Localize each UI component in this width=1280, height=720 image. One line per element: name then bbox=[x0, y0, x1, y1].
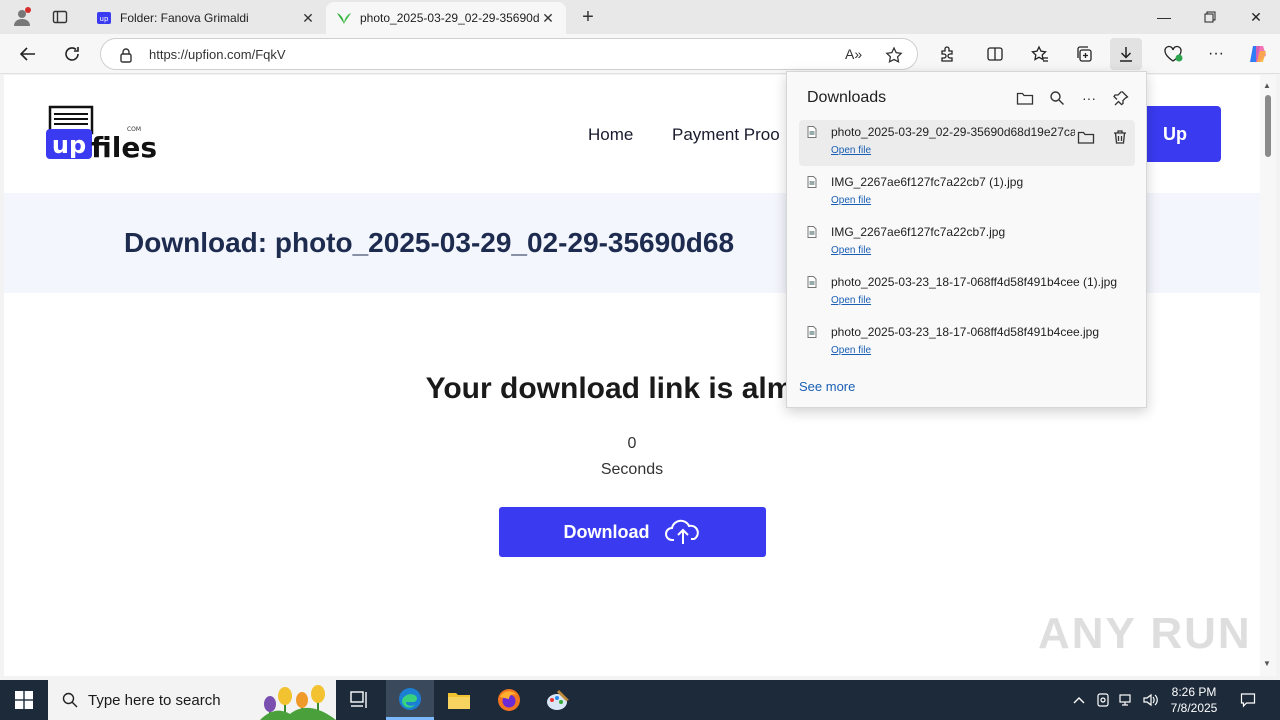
download-button[interactable]: Download bbox=[499, 507, 766, 557]
svg-text:files: files bbox=[91, 131, 156, 164]
read-aloud-icon[interactable]: A» bbox=[845, 46, 862, 62]
browser-toolbar: https://upfion.com/FqkV A» ··· bbox=[0, 34, 1280, 74]
search-icon bbox=[62, 692, 78, 708]
more-options-icon[interactable]: ··· bbox=[1200, 38, 1232, 70]
open-folder-icon[interactable] bbox=[1013, 86, 1037, 110]
tab-strip: up Folder: Fanova Grimaldi ✕ photo_2025-… bbox=[0, 0, 1280, 34]
downloads-panel: Downloads ··· photo_2025-03-29_02-29-356… bbox=[786, 71, 1147, 408]
extensions-icon[interactable] bbox=[931, 38, 963, 70]
profile-icon[interactable] bbox=[6, 4, 38, 30]
countdown-label: Seconds bbox=[600, 461, 664, 478]
svg-text:up: up bbox=[52, 131, 86, 159]
paint-app-icon[interactable] bbox=[534, 680, 582, 720]
downloads-icon[interactable] bbox=[1110, 38, 1142, 70]
open-file-link[interactable]: Open file bbox=[831, 295, 871, 306]
firefox-icon[interactable] bbox=[485, 680, 533, 720]
copilot-icon[interactable] bbox=[1242, 38, 1274, 70]
tulip-flowers-icon bbox=[260, 685, 336, 720]
restore-icon[interactable] bbox=[1187, 0, 1233, 34]
file-icon bbox=[807, 176, 817, 188]
cloud-upload-icon bbox=[664, 519, 699, 544]
clock-date: 7/8/2025 bbox=[1170, 701, 1218, 715]
tab-title: photo_2025-03-29_02-29-35690d bbox=[360, 11, 540, 25]
file-explorer-icon[interactable] bbox=[435, 680, 483, 720]
volume-icon[interactable] bbox=[1140, 680, 1162, 720]
tab-folder[interactable]: up Folder: Fanova Grimaldi ✕ bbox=[86, 2, 326, 34]
download-button-label: Download bbox=[563, 521, 650, 542]
show-hidden-icons-icon[interactable] bbox=[1068, 680, 1090, 720]
new-tab-icon[interactable]: + bbox=[575, 4, 601, 30]
upfiles-logo[interactable]: up files COM bbox=[46, 105, 157, 165]
back-icon[interactable] bbox=[12, 38, 44, 70]
favorite-star-icon[interactable] bbox=[885, 46, 903, 64]
file-icon bbox=[807, 326, 817, 338]
countdown-value: 0 bbox=[627, 435, 637, 452]
taskbar-search[interactable]: Type here to search bbox=[48, 680, 336, 720]
nav-home-link[interactable]: Home bbox=[588, 125, 633, 145]
pin-icon[interactable] bbox=[1109, 86, 1133, 110]
search-downloads-icon[interactable] bbox=[1045, 86, 1069, 110]
network-icon[interactable] bbox=[1116, 680, 1138, 720]
svg-text:up: up bbox=[100, 15, 109, 23]
page-scrollbar[interactable]: ▲ ▼ bbox=[1260, 75, 1276, 676]
minimize-icon[interactable]: — bbox=[1141, 0, 1187, 34]
address-bar[interactable]: https://upfion.com/FqkV A» bbox=[100, 38, 918, 70]
notifications-icon[interactable] bbox=[1234, 680, 1262, 720]
anyrun-watermark: ANY RUN bbox=[1038, 609, 1252, 658]
open-file-link[interactable]: Open file bbox=[831, 245, 871, 256]
page-title: Download: photo_2025-03-29_02-29-35690d6… bbox=[124, 227, 735, 258]
scroll-down-icon[interactable]: ▼ bbox=[1263, 659, 1271, 668]
delete-icon[interactable] bbox=[1109, 126, 1131, 148]
collections-icon[interactable] bbox=[1068, 38, 1100, 70]
close-tab-icon[interactable]: ✕ bbox=[540, 10, 556, 27]
file-icon bbox=[807, 126, 817, 138]
file-icon bbox=[807, 226, 817, 238]
see-more-link[interactable]: See more bbox=[799, 379, 855, 394]
open-file-link[interactable]: Open file bbox=[831, 145, 871, 156]
scroll-thumb[interactable] bbox=[1265, 95, 1271, 157]
task-view-icon[interactable] bbox=[336, 680, 384, 720]
upfiles-favicon-icon: up bbox=[97, 12, 111, 24]
download-filename: photo_2025-03-29_02-29-35690d68d19e27ca bbox=[831, 125, 1075, 139]
nav-payment-proof-link[interactable]: Payment Proo bbox=[672, 125, 780, 145]
scroll-up-icon[interactable]: ▲ bbox=[1263, 81, 1271, 90]
favorites-icon[interactable] bbox=[1024, 38, 1056, 70]
download-filename: photo_2025-03-23_18-17-068ff4d58f491b4ce… bbox=[831, 275, 1118, 289]
download-item[interactable]: IMG_2267ae6f127fc7a22cb7.jpg Open file bbox=[799, 220, 1135, 266]
url-text[interactable]: https://upfion.com/FqkV bbox=[149, 47, 286, 62]
show-in-folder-icon[interactable] bbox=[1075, 126, 1097, 148]
tab-photo[interactable]: photo_2025-03-29_02-29-35690d ✕ bbox=[326, 2, 566, 34]
open-file-link[interactable]: Open file bbox=[831, 195, 871, 206]
close-window-icon[interactable]: ✕ bbox=[1233, 0, 1279, 34]
taskbar-clock[interactable]: 8:26 PM 7/8/2025 bbox=[1160, 684, 1228, 716]
edge-taskbar-icon[interactable] bbox=[386, 680, 434, 720]
download-filename: IMG_2267ae6f127fc7a22cb7 (1).jpg bbox=[831, 175, 1024, 189]
tab-actions-icon[interactable] bbox=[44, 4, 76, 30]
search-placeholder: Type here to search bbox=[88, 691, 221, 709]
clock-time: 8:26 PM bbox=[1171, 685, 1217, 699]
close-tab-icon[interactable]: ✕ bbox=[300, 10, 316, 27]
download-filename: photo_2025-03-23_18-17-068ff4d58f491b4ce… bbox=[831, 325, 1100, 339]
svg-text:COM: COM bbox=[127, 126, 141, 133]
split-screen-icon[interactable] bbox=[979, 38, 1011, 70]
browser-essentials-icon[interactable] bbox=[1157, 38, 1189, 70]
lock-icon[interactable] bbox=[119, 47, 133, 63]
tab-title: Folder: Fanova Grimaldi bbox=[120, 11, 249, 25]
open-file-link[interactable]: Open file bbox=[831, 345, 871, 356]
download-item[interactable]: photo_2025-03-29_02-29-35690d68d19e27ca … bbox=[799, 120, 1135, 166]
download-item[interactable]: IMG_2267ae6f127fc7a22cb7 (1).jpg Open fi… bbox=[799, 170, 1135, 216]
download-filename: IMG_2267ae6f127fc7a22cb7.jpg bbox=[831, 225, 1006, 239]
downloads-title: Downloads bbox=[807, 89, 887, 106]
leaf-favicon-icon bbox=[337, 13, 351, 24]
windows-start-icon[interactable] bbox=[0, 680, 48, 720]
refresh-icon[interactable] bbox=[56, 38, 88, 70]
taskbar: Type here to search 8:26 PM 7/8/2025 bbox=[0, 680, 1280, 720]
device-icon[interactable] bbox=[1092, 680, 1114, 720]
download-item[interactable]: photo_2025-03-23_18-17-068ff4d58f491b4ce… bbox=[799, 320, 1135, 366]
download-item[interactable]: photo_2025-03-23_18-17-068ff4d58f491b4ce… bbox=[799, 270, 1135, 316]
file-icon bbox=[807, 276, 817, 288]
downloads-more-icon[interactable]: ··· bbox=[1077, 86, 1101, 110]
